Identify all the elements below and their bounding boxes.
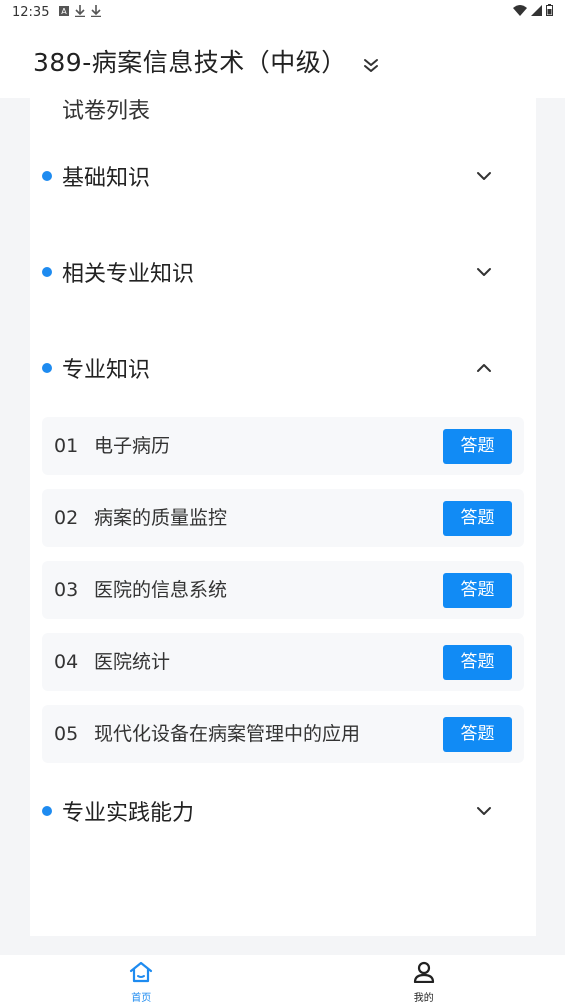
item-number: 03 [54, 579, 79, 601]
page-title[interactable]: 389-病案信息技术（中级） [33, 43, 347, 79]
svg-text:A: A [62, 7, 68, 16]
signal-icon [531, 4, 542, 20]
exam-list-card: 试卷列表 基础知识 相关专业知识 专业知识 01 电子病历 答题 02 病案的质… [30, 98, 536, 936]
item-name: 医院的信息系统 [94, 579, 228, 601]
section-related-knowledge[interactable]: 相关专业知识 [30, 252, 536, 292]
item-number: 02 [54, 507, 79, 529]
battery-icon [546, 4, 553, 20]
app-header: 389-病案信息技术（中级） [0, 24, 565, 98]
section-professional-knowledge[interactable]: 专业知识 [30, 348, 536, 388]
status-bar: 12:35 A [0, 0, 565, 24]
tab-mine[interactable]: 我的 [283, 955, 565, 1004]
section-label: 基础知识 [62, 166, 151, 191]
item-name: 医院统计 [94, 651, 171, 673]
download-icon [91, 4, 102, 20]
section-label: 专业实践能力 [62, 801, 195, 826]
download-icon [75, 4, 86, 20]
section-professional-practice[interactable]: 专业实践能力 [30, 791, 536, 831]
tab-mine-label: 我的 [413, 993, 434, 1004]
user-icon [412, 961, 436, 987]
list-title: 试卷列表 [62, 99, 151, 124]
answer-button[interactable]: 答题 [443, 645, 512, 680]
list-item: 03 医院的信息系统 答题 [42, 561, 524, 619]
wifi-icon [513, 4, 527, 20]
section-bullet [42, 171, 52, 181]
answer-button[interactable]: 答题 [443, 717, 512, 752]
section-bullet [42, 363, 52, 373]
bottom-nav: 首页 我的 [0, 955, 565, 1004]
section-basic-knowledge[interactable]: 基础知识 [30, 156, 536, 196]
double-chevron-down-icon[interactable] [361, 55, 381, 75]
item-name: 电子病历 [94, 435, 171, 457]
section-bullet [42, 267, 52, 277]
item-name: 现代化设备在病案管理中的应用 [94, 723, 361, 745]
tab-home-label: 首页 [131, 993, 152, 1004]
chevron-down-icon[interactable] [474, 262, 494, 282]
section-label: 相关专业知识 [62, 262, 195, 287]
chevron-up-icon[interactable] [474, 358, 494, 378]
section-label: 专业知识 [62, 358, 151, 383]
item-number: 05 [54, 723, 79, 745]
home-icon [129, 961, 153, 987]
list-item: 02 病案的质量监控 答题 [42, 489, 524, 547]
section-bullet [42, 806, 52, 816]
answer-button[interactable]: 答题 [443, 429, 512, 464]
chevron-down-icon[interactable] [474, 166, 494, 186]
status-time: 12:35 [12, 4, 50, 20]
notification-a-icon: A [59, 5, 70, 19]
item-number: 01 [54, 435, 79, 457]
list-item: 04 医院统计 答题 [42, 633, 524, 691]
item-name: 病案的质量监控 [94, 507, 228, 529]
tab-home[interactable]: 首页 [0, 955, 283, 1004]
chevron-down-icon[interactable] [474, 801, 494, 821]
answer-button[interactable]: 答题 [443, 573, 512, 608]
answer-button[interactable]: 答题 [443, 501, 512, 536]
item-number: 04 [54, 651, 79, 673]
list-item: 01 电子病历 答题 [42, 417, 524, 475]
list-item: 05 现代化设备在病案管理中的应用 答题 [42, 705, 524, 763]
